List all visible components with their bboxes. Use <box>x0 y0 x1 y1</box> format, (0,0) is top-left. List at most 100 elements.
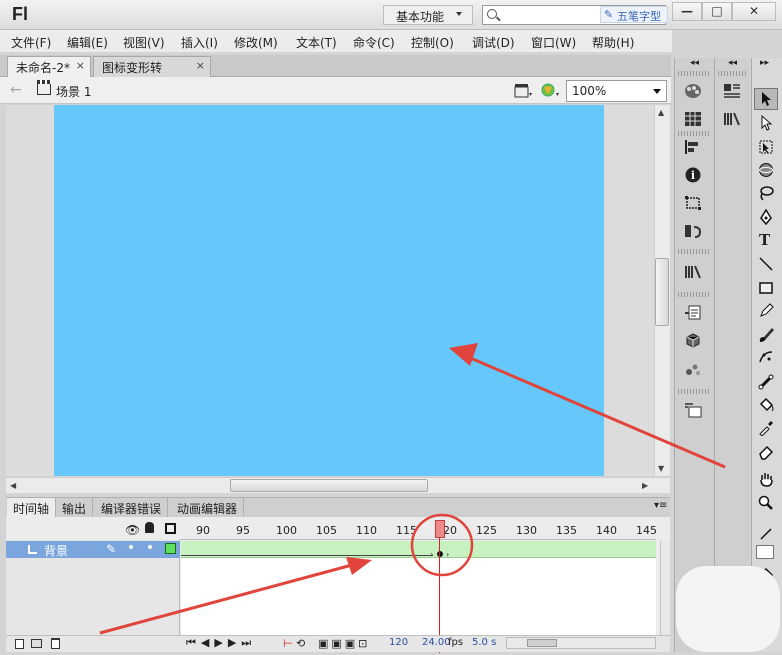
collapse-panels-icon[interactable]: ◂◂ <box>690 58 699 68</box>
3d-rotation-icon[interactable] <box>758 162 774 178</box>
eraser-icon[interactable] <box>758 444 774 460</box>
swatches-icon[interactable] <box>684 111 702 127</box>
selection-icon[interactable] <box>758 91 774 107</box>
panel-grip[interactable] <box>678 249 710 254</box>
delete-layer-icon[interactable] <box>51 638 60 649</box>
outline-color-icon[interactable] <box>165 543 176 554</box>
menu-help[interactable]: 帮助(H) <box>592 34 634 51</box>
tab-compiler-errors[interactable]: 编译器错误 <box>95 498 169 517</box>
collapse-tools-icon[interactable]: ▸▸ <box>760 58 769 68</box>
pencil-icon[interactable] <box>758 303 774 319</box>
empty-frames-area[interactable] <box>181 558 656 635</box>
loop-icon[interactable]: ⟲ <box>296 637 305 650</box>
text-icon[interactable]: T <box>759 231 770 249</box>
zoom-icon[interactable] <box>758 495 774 511</box>
align-icon[interactable] <box>684 139 702 155</box>
panel-grip[interactable] <box>678 292 710 297</box>
menu-view[interactable]: 视图(V) <box>123 34 165 51</box>
edit-symbols-icon[interactable] <box>540 81 560 99</box>
scroll-right-icon[interactable]: ▶ <box>642 481 648 490</box>
current-frame[interactable]: 120 <box>389 637 408 648</box>
lock-dot-icon[interactable] <box>148 545 152 549</box>
stage-canvas[interactable] <box>54 105 604 476</box>
code-snippets-icon[interactable] <box>684 305 702 321</box>
motion-presets-icon[interactable] <box>684 223 702 239</box>
hand-icon[interactable] <box>758 471 774 487</box>
rectangle-icon[interactable] <box>758 280 774 296</box>
frame-ruler[interactable] <box>180 520 656 540</box>
collapse-panels-icon[interactable]: ◂◂ <box>728 58 737 68</box>
scene-label[interactable]: 场景 1 <box>56 83 91 100</box>
vertical-scroll-thumb[interactable] <box>655 258 669 326</box>
color-icon[interactable] <box>684 83 702 99</box>
brush-icon[interactable] <box>758 327 774 343</box>
scroll-left-icon[interactable]: ◀ <box>10 481 16 490</box>
deco-icon[interactable] <box>758 349 774 365</box>
minimize-button[interactable]: — <box>672 2 702 21</box>
eyedropper-icon[interactable] <box>758 420 774 436</box>
transform-icon[interactable] <box>684 195 702 211</box>
edit-scene-icon[interactable] <box>513 81 533 99</box>
layer-name[interactable]: 背景 <box>44 542 68 559</box>
fps-value[interactable]: 24.00 <box>422 637 451 648</box>
library-icon[interactable] <box>723 111 741 127</box>
playhead[interactable] <box>435 520 445 538</box>
tab-output[interactable]: 输出 <box>56 498 94 517</box>
properties-icon[interactable] <box>723 83 741 99</box>
menu-modify[interactable]: 修改(M) <box>234 34 278 51</box>
pencil-icon[interactable]: ✎ <box>106 542 116 556</box>
keyframe-icon[interactable] <box>437 551 443 557</box>
component-inspector-icon[interactable] <box>684 361 702 377</box>
free-transform-icon[interactable] <box>758 139 774 155</box>
panel-grip[interactable] <box>678 71 710 76</box>
center-frame-icon[interactable]: ⊢ <box>283 637 293 650</box>
info-icon[interactable]: i <box>684 167 702 183</box>
eye-icon[interactable]: 👁 <box>125 523 140 537</box>
visibility-dot-icon[interactable] <box>129 545 133 549</box>
lock-icon[interactable] <box>145 522 154 533</box>
zoom-select[interactable]: 100% <box>566 80 667 102</box>
timeline-vscroll[interactable] <box>660 541 670 635</box>
panel-grip[interactable] <box>678 131 710 136</box>
subselection-icon[interactable] <box>758 115 774 131</box>
pen-icon[interactable] <box>758 209 774 225</box>
menu-commands[interactable]: 命令(C) <box>353 34 395 51</box>
elapsed-time[interactable]: 5.0 s <box>472 637 496 648</box>
workspace-switcher[interactable]: 基本功能 <box>383 5 473 25</box>
close-tab-icon[interactable]: × <box>76 59 85 72</box>
menu-window[interactable]: 窗口(W) <box>531 34 576 51</box>
panel-grip[interactable] <box>718 71 746 76</box>
new-folder-icon[interactable] <box>31 639 42 648</box>
components-icon[interactable] <box>684 333 702 349</box>
stroke-color-swatch[interactable] <box>756 545 774 559</box>
menu-edit[interactable]: 编辑(E) <box>67 34 108 51</box>
scroll-down-icon[interactable]: ▼ <box>658 464 664 473</box>
menu-debug[interactable]: 调试(D) <box>472 34 515 51</box>
back-arrow-icon[interactable]: ← <box>10 82 22 98</box>
line-icon[interactable] <box>758 256 774 272</box>
panel-menu-icon[interactable]: ▾≡ <box>654 500 667 511</box>
bone-icon[interactable] <box>758 374 774 390</box>
playback-controls-icon[interactable]: ⏮◀▶▶⏭ <box>186 636 256 650</box>
panel-grip[interactable] <box>678 389 710 394</box>
close-tab-icon[interactable]: × <box>196 59 205 72</box>
paint-bucket-icon[interactable] <box>758 397 774 413</box>
horizontal-scroll-thumb[interactable] <box>230 479 428 492</box>
tab-icon-morph-fla[interactable]: 图标变形转换.fla× <box>93 56 211 92</box>
close-button[interactable]: ✕ <box>732 2 776 21</box>
new-layer-icon[interactable] <box>15 639 24 649</box>
outline-icon[interactable] <box>165 523 176 534</box>
tab-untitled-2[interactable]: 未命名-2* × <box>7 56 91 77</box>
scroll-up-icon[interactable]: ▲ <box>658 108 664 117</box>
tab-timeline[interactable]: 时间轴 <box>7 498 57 517</box>
tab-motion-editor[interactable]: 动画编辑器 <box>171 498 245 517</box>
stroke-color-icon[interactable] <box>758 526 774 542</box>
library-icon[interactable] <box>684 264 702 280</box>
lasso-icon[interactable] <box>758 185 774 201</box>
maximize-button[interactable]: □ <box>702 2 732 21</box>
menu-file[interactable]: 文件(F) <box>11 34 51 51</box>
scene-panel-icon[interactable] <box>684 402 702 418</box>
onion-skin-icon[interactable]: ▣▣▣⊡ <box>318 637 370 650</box>
menu-text[interactable]: 文本(T) <box>296 34 337 51</box>
menu-control[interactable]: 控制(O) <box>411 34 454 51</box>
